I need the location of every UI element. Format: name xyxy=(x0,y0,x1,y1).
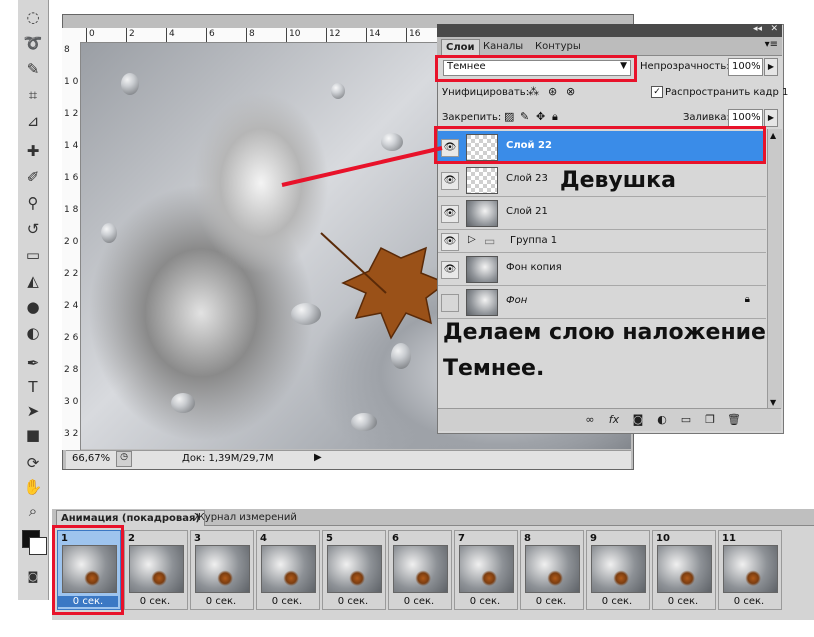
animation-frame[interactable]: 3 0 сек. xyxy=(190,530,254,610)
frame-delay[interactable]: 0 сек. xyxy=(653,596,713,607)
frame-thumbnail xyxy=(195,545,250,593)
frame-delay[interactable]: 0 сек. xyxy=(587,596,647,607)
annotation-girl: Девушка xyxy=(560,168,676,193)
frame-number: 8 xyxy=(524,533,531,544)
tab-animation[interactable]: Анимация (покадровая) xyxy=(56,510,205,526)
frame-number: 11 xyxy=(722,533,736,544)
frame-delay[interactable]: 0 сек. xyxy=(191,596,251,607)
animation-frame[interactable]: 8 0 сек. xyxy=(520,530,584,610)
animation-frame[interactable]: 6 0 сек. xyxy=(388,530,452,610)
annotation-instruction-line1: Делаем слою наложение xyxy=(443,320,766,345)
frame-delay[interactable]: 0 сек. xyxy=(521,596,581,607)
frame-thumbnail xyxy=(525,545,580,593)
frame-number: 6 xyxy=(392,533,399,544)
animation-frame[interactable]: 10 0 сек. xyxy=(652,530,716,610)
frame-number: 9 xyxy=(590,533,597,544)
frame-delay[interactable]: 0 сек. xyxy=(719,596,779,607)
frame-thumbnail xyxy=(261,545,316,593)
tab-measurement-log[interactable]: Журнал измерений xyxy=(190,510,301,525)
animation-frame[interactable]: 4 0 сек. xyxy=(256,530,320,610)
frame-thumbnail xyxy=(393,545,448,593)
frame-thumbnail xyxy=(129,545,184,593)
frame-thumbnail xyxy=(591,545,646,593)
frame-number: 2 xyxy=(128,533,135,544)
frame-delay[interactable]: 0 сек. xyxy=(455,596,515,607)
frame-number: 7 xyxy=(458,533,465,544)
animation-frame[interactable]: 2 0 сек. xyxy=(124,530,188,610)
frame-number: 10 xyxy=(656,533,670,544)
frame-thumbnail xyxy=(657,545,712,593)
animation-frame[interactable]: 9 0 сек. xyxy=(586,530,650,610)
animation-frame[interactable]: 5 0 сек. xyxy=(322,530,386,610)
frame-number: 3 xyxy=(194,533,201,544)
animation-tabs: Анимация (покадровая) Журнал измерений xyxy=(52,509,814,526)
frame-delay[interactable]: 0 сек. xyxy=(125,596,185,607)
frame-thumbnail xyxy=(459,545,514,593)
frame-thumbnail xyxy=(327,545,382,593)
highlight-first-frame xyxy=(52,525,124,615)
frame-thumbnail xyxy=(723,545,778,593)
frame-number: 5 xyxy=(326,533,333,544)
frame-delay[interactable]: 0 сек. xyxy=(323,596,383,607)
animation-frame[interactable]: 7 0 сек. xyxy=(454,530,518,610)
frame-number: 4 xyxy=(260,533,267,544)
annotation-instruction-line2: Темнее. xyxy=(443,356,545,381)
animation-frame[interactable]: 11 0 сек. xyxy=(718,530,782,610)
frame-delay[interactable]: 0 сек. xyxy=(257,596,317,607)
frame-delay[interactable]: 0 сек. xyxy=(389,596,449,607)
